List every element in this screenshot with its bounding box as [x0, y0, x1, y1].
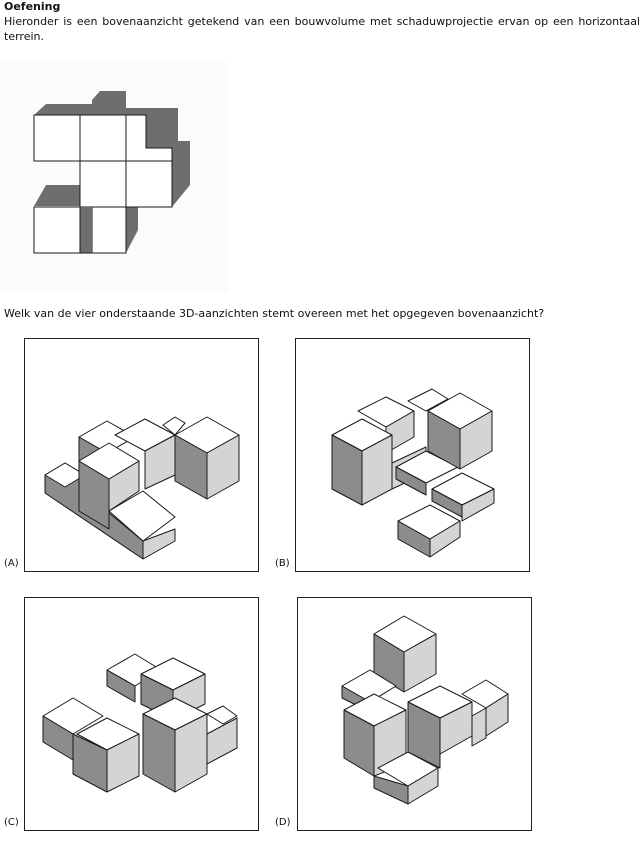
option-a-label: (A) [4, 558, 19, 569]
question-text: Welk van de vier onderstaande 3D-aanzich… [4, 307, 545, 320]
option-b-isometric-drawing [331, 388, 495, 558]
top-view-drawing [0, 62, 228, 292]
option-c-isometric-drawing [42, 653, 238, 793]
option-a-figure[interactable] [24, 338, 259, 572]
option-c-figure[interactable] [24, 597, 259, 831]
option-d-isometric-drawing [341, 615, 509, 805]
option-b-label: (B) [275, 558, 290, 569]
exercise-title: Oefening [4, 0, 61, 13]
top-view-figure [0, 62, 228, 292]
option-d-label: (D) [275, 817, 291, 828]
exercise-intro: Hieronder is een bovenaanzicht getekend … [4, 15, 640, 43]
option-d-figure[interactable] [297, 597, 532, 831]
option-a-isometric-drawing [44, 416, 240, 560]
option-b-figure[interactable] [295, 338, 530, 572]
option-c-label: (C) [4, 817, 19, 828]
